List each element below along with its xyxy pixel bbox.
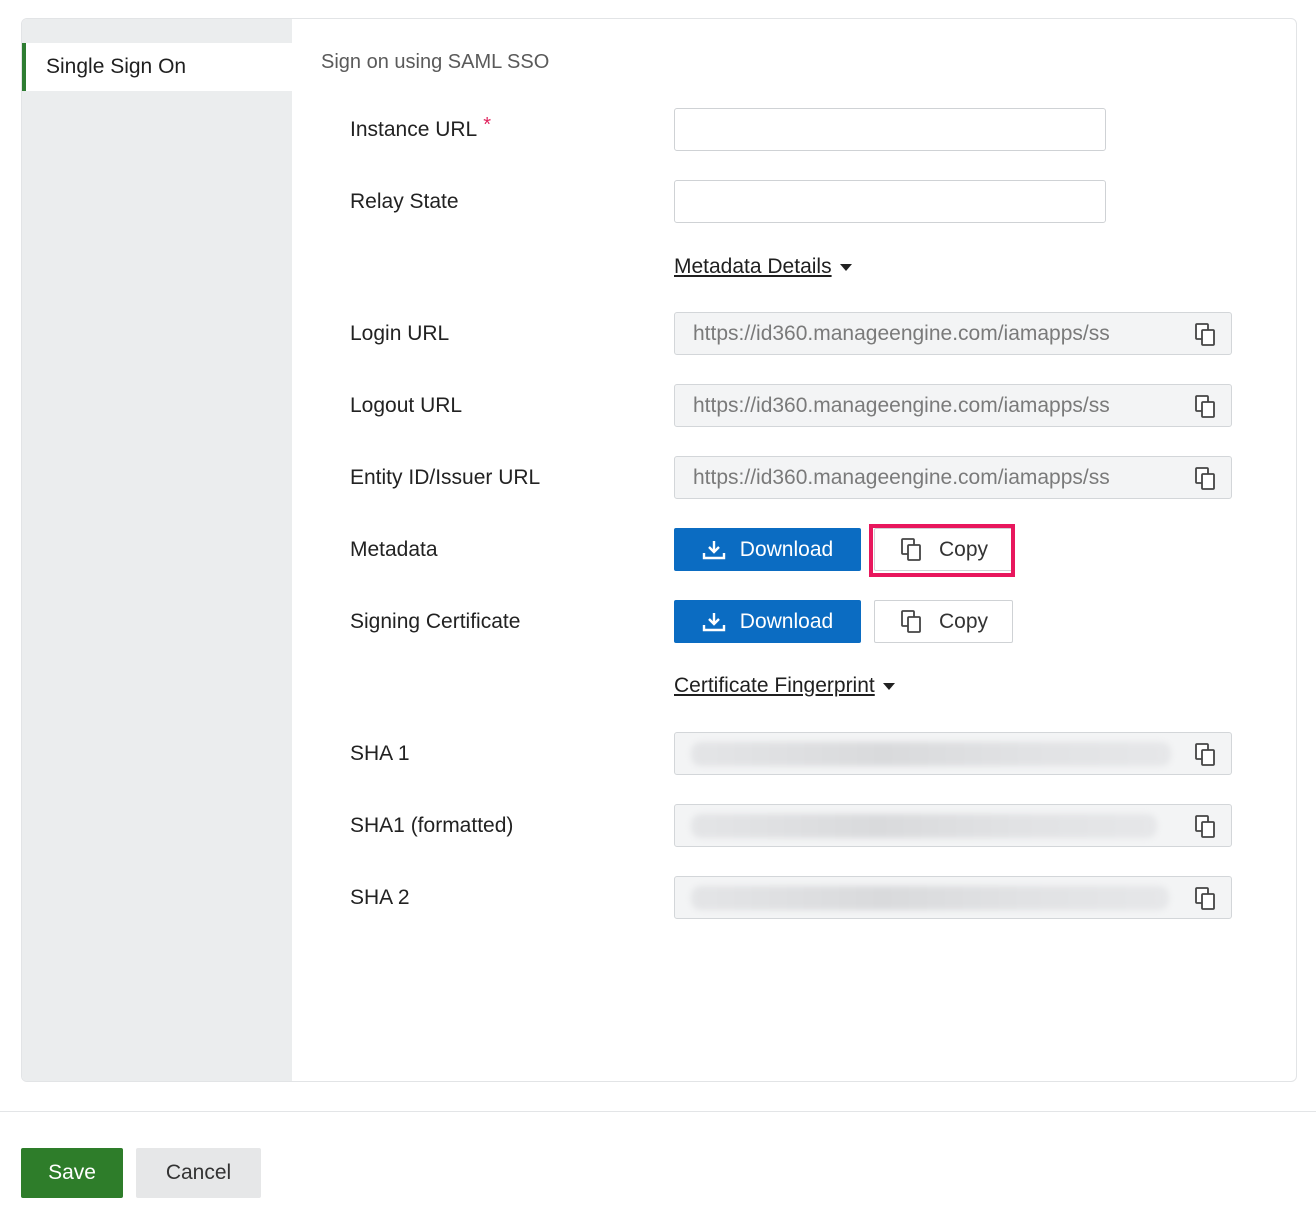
metadata-label: Metadata bbox=[350, 538, 438, 561]
certificate-download-button[interactable]: Download bbox=[674, 600, 861, 643]
logout-url-field[interactable]: https://id360.manageengine.com/iamapps/s… bbox=[674, 384, 1232, 427]
sidebar-item-single-sign-on[interactable]: Single Sign On bbox=[22, 43, 292, 91]
relay-state-label: Relay State bbox=[350, 190, 459, 213]
sha2-label: SHA 2 bbox=[350, 886, 410, 909]
certificate-download-label: Download bbox=[739, 609, 834, 633]
footer-divider bbox=[0, 1111, 1316, 1112]
copy-icon[interactable] bbox=[1193, 322, 1219, 348]
save-button[interactable]: Save bbox=[21, 1148, 123, 1198]
entity-id-label: Entity ID/Issuer URL bbox=[350, 466, 541, 489]
sha1-formatted-field[interactable] bbox=[674, 804, 1232, 847]
caret-down-icon bbox=[839, 263, 852, 271]
instance-url-label: Instance URL * bbox=[350, 108, 491, 152]
copy-icon[interactable] bbox=[1193, 814, 1219, 840]
redacted-value bbox=[691, 814, 1157, 838]
relay-state-row: Relay State bbox=[292, 180, 1296, 224]
entity-id-row: Entity ID/Issuer URL https://id360.manag… bbox=[292, 456, 1296, 500]
metadata-copy-label: Copy bbox=[938, 537, 989, 561]
cancel-button[interactable]: Cancel bbox=[136, 1148, 261, 1198]
copy-icon[interactable] bbox=[1193, 394, 1219, 420]
sha1-label: SHA 1 bbox=[350, 742, 410, 765]
sha2-field[interactable] bbox=[674, 876, 1232, 919]
redacted-value bbox=[691, 886, 1169, 910]
sha1-formatted-label: SHA1 (formatted) bbox=[350, 814, 514, 837]
logout-url-row: Logout URL https://id360.manageengine.co… bbox=[292, 384, 1296, 428]
login-url-field[interactable]: https://id360.manageengine.com/iamapps/s… bbox=[674, 312, 1232, 355]
metadata-download-button[interactable]: Download bbox=[674, 528, 861, 571]
entity-id-value: https://id360.manageengine.com/iamapps/s… bbox=[693, 466, 1110, 489]
certificate-fingerprint-row: Certificate Fingerprint bbox=[292, 664, 1296, 708]
logout-url-value: https://id360.manageengine.com/iamapps/s… bbox=[693, 394, 1110, 417]
required-mark: * bbox=[483, 114, 492, 136]
caret-down-icon bbox=[882, 682, 895, 690]
copy-icon[interactable] bbox=[1193, 466, 1219, 492]
metadata-details-row: Metadata Details bbox=[292, 245, 1296, 289]
metadata-details-label: Metadata Details bbox=[674, 255, 832, 278]
instance-url-label-text: Instance URL bbox=[350, 118, 478, 141]
instance-url-row: Instance URL * bbox=[292, 108, 1296, 152]
sha1-formatted-row: SHA1 (formatted) bbox=[292, 804, 1296, 848]
login-url-row: Login URL https://id360.manageengine.com… bbox=[292, 312, 1296, 356]
copy-icon[interactable] bbox=[1193, 742, 1219, 768]
certificate-copy-label: Copy bbox=[938, 609, 989, 633]
section-title: Sign on using SAML SSO bbox=[321, 51, 550, 73]
sidebar: Single Sign On bbox=[22, 19, 292, 1081]
redacted-value bbox=[691, 742, 1171, 766]
copy-icon bbox=[901, 609, 921, 633]
sha2-row: SHA 2 bbox=[292, 876, 1296, 920]
signing-certificate-label: Signing Certificate bbox=[350, 610, 521, 633]
sha1-field[interactable] bbox=[674, 732, 1232, 775]
logout-url-label: Logout URL bbox=[350, 394, 463, 417]
metadata-row: Metadata Download Copy bbox=[292, 524, 1296, 577]
login-url-value: https://id360.manageengine.com/iamapps/s… bbox=[693, 322, 1110, 345]
metadata-details-toggle[interactable]: Metadata Details bbox=[674, 245, 852, 289]
download-icon bbox=[702, 540, 725, 559]
download-icon bbox=[702, 612, 725, 631]
main-panel: Sign on using SAML SSO Instance URL * Rel… bbox=[292, 19, 1296, 1081]
entity-id-field[interactable]: https://id360.manageengine.com/iamapps/s… bbox=[674, 456, 1232, 499]
instance-url-input[interactable] bbox=[674, 108, 1106, 151]
signing-certificate-row: Signing Certificate Download Copy bbox=[292, 600, 1296, 644]
settings-card: Single Sign On Sign on using SAML SSO In… bbox=[21, 18, 1297, 1082]
certificate-copy-button[interactable]: Copy bbox=[874, 600, 1013, 643]
sha1-row: SHA 1 bbox=[292, 732, 1296, 776]
certificate-fingerprint-toggle[interactable]: Certificate Fingerprint bbox=[674, 664, 895, 708]
certificate-fingerprint-label: Certificate Fingerprint bbox=[674, 674, 875, 697]
login-url-label: Login URL bbox=[350, 322, 450, 345]
relay-state-input[interactable] bbox=[674, 180, 1106, 223]
metadata-download-label: Download bbox=[739, 537, 834, 561]
copy-icon[interactable] bbox=[1193, 886, 1219, 912]
copy-icon bbox=[901, 537, 921, 561]
metadata-copy-button[interactable]: Copy bbox=[874, 528, 1013, 571]
